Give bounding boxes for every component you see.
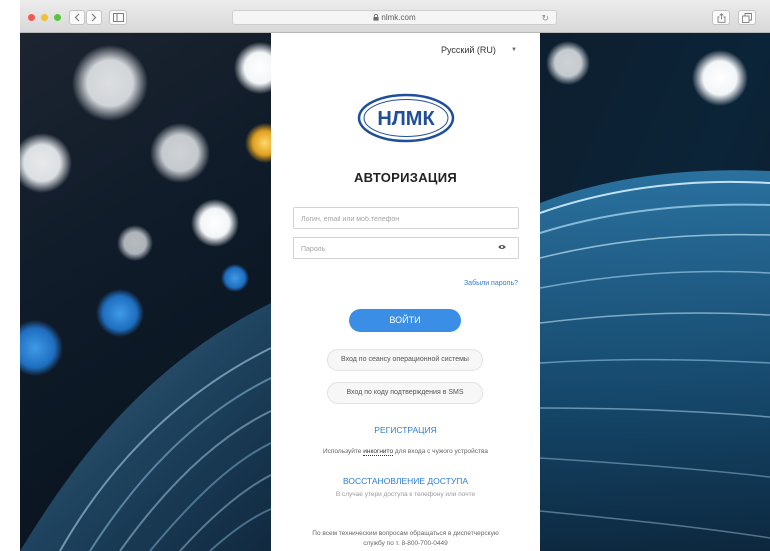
address-bar[interactable]: nlmk.com ↻	[232, 10, 557, 25]
chevron-down-icon: ▼	[511, 47, 517, 53]
company-logo: НЛМК	[357, 93, 455, 143]
support-text-line2: службу по т. 8-800-700-0449	[363, 540, 448, 547]
browser-window: nlmk.com ↻ Русский (RU) ▼ НЛМК АВТОРИЗАЦ…	[20, 0, 770, 551]
share-icon	[717, 13, 725, 23]
tabs-icon	[742, 13, 752, 23]
close-window-button[interactable]	[28, 14, 35, 21]
url-text: nlmk.com	[381, 13, 416, 22]
incognito-link[interactable]: инкогнито	[363, 448, 394, 456]
forward-button[interactable]	[86, 10, 102, 25]
incognito-hint: Используйте инкогнито для входа с чужого…	[323, 448, 488, 456]
sidebar-button[interactable]	[109, 10, 127, 25]
sidebar-icon	[112, 13, 124, 22]
os-session-login-button[interactable]: Вход по сеансу операционной системы	[327, 349, 483, 371]
password-field-box	[293, 237, 519, 260]
reload-icon[interactable]: ↻	[541, 12, 549, 24]
sms-code-login-button[interactable]: Вход по коду подтверждения в SMS	[327, 382, 483, 404]
page-title: АВТОРИЗАЦИЯ	[353, 170, 458, 185]
restore-access-link[interactable]: ВОССТАНОВЛЕНИЕ ДОСТУПА	[271, 476, 540, 486]
login-card: Русский (RU) ▼ НЛМК АВТОРИЗАЦИЯ Забыли п…	[271, 33, 540, 551]
language-value: Русский (RU)	[441, 45, 496, 55]
support-text-line1: По всем техническим вопросам обращаться …	[312, 530, 499, 537]
register-link[interactable]: РЕГИСТРАЦИЯ	[271, 425, 540, 435]
password-input[interactable]	[294, 239, 494, 260]
chevron-left-icon	[74, 13, 80, 22]
back-button[interactable]	[69, 10, 85, 25]
login-field-box	[293, 207, 519, 230]
lock-icon	[373, 14, 379, 21]
restore-access-hint: В случае утери доступа к телефону или по…	[335, 491, 476, 498]
logo-text: НЛМК	[377, 108, 435, 130]
login-button[interactable]: ВОЙТИ	[349, 309, 461, 332]
eye-icon[interactable]	[498, 244, 506, 250]
browser-toolbar: nlmk.com ↻	[20, 0, 770, 33]
language-select[interactable]: Русский (RU) ▼	[419, 38, 521, 62]
login-input[interactable]	[294, 209, 494, 230]
zoom-window-button[interactable]	[54, 14, 61, 21]
tabs-overview-button[interactable]	[738, 10, 756, 25]
share-button[interactable]	[712, 10, 730, 25]
chevron-right-icon	[91, 13, 97, 22]
forgot-password-link[interactable]: Забыли пароль?	[464, 280, 518, 287]
minimize-window-button[interactable]	[41, 14, 48, 21]
